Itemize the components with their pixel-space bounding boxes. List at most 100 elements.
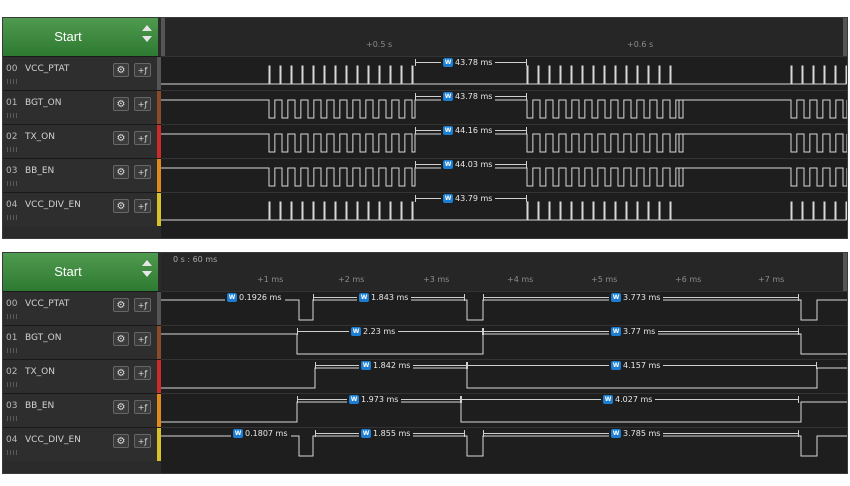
gear-icon[interactable]: ⚙: [113, 332, 129, 346]
start-label: Start: [54, 29, 82, 44]
start-button[interactable]: Start: [3, 253, 158, 292]
channel-number: 02: [6, 132, 18, 142]
drag-handle-icon[interactable]: [7, 450, 17, 455]
gear-icon[interactable]: ⚙: [113, 366, 129, 380]
gear-icon[interactable]: ⚙: [113, 400, 129, 414]
drag-handle-icon[interactable]: [7, 113, 17, 118]
caret-up-icon[interactable]: [142, 25, 152, 31]
width-marker-icon: W: [443, 92, 453, 101]
width-marker-icon: W: [611, 293, 621, 302]
width-measurement[interactable]: W 1.973 ms: [297, 395, 461, 405]
width-measurement[interactable]: W 4.157 ms: [467, 361, 817, 371]
width-measurement[interactable]: W 44.03 ms: [415, 160, 527, 170]
tick-label: +0.5 s: [366, 40, 393, 49]
channel-number: 01: [6, 98, 18, 108]
drag-handle-icon[interactable]: [7, 181, 17, 186]
channel-name: TX_ON: [25, 367, 55, 377]
time-ruler[interactable]: +0.5 s +0.6 s: [161, 18, 847, 56]
channel-number: 02: [6, 367, 18, 377]
tick-label: +6 ms: [675, 275, 702, 284]
channel-name: VCC_PTAT: [25, 64, 70, 74]
channel-number: 03: [6, 401, 18, 411]
width-marker-icon: W: [443, 160, 453, 169]
width-measurement[interactable]: W 3.773 ms: [483, 293, 799, 303]
channel-row-02[interactable]: 02 TX_ON ⚙ +ƒ: [3, 359, 161, 393]
caret-up-icon[interactable]: [142, 260, 152, 266]
measurement-value: 0.1807 ms: [245, 429, 288, 438]
width-measurement[interactable]: W 43.78 ms: [415, 58, 527, 68]
channel-row-00[interactable]: 00 VCC_PTAT ⚙ +ƒ: [3, 56, 161, 90]
measurement-value: 1.843 ms: [371, 293, 409, 302]
channel-row-03[interactable]: 03 BB_EN ⚙ +ƒ: [3, 158, 161, 192]
channel-row-04[interactable]: 04 VCC_DIV_EN ⚙ +ƒ: [3, 427, 161, 461]
drag-handle-icon[interactable]: [7, 215, 17, 220]
channel-row-00[interactable]: 00 VCC_PTAT ⚙ +ƒ: [3, 291, 161, 325]
trigger-button[interactable]: +ƒ: [134, 63, 151, 77]
trigger-button[interactable]: +ƒ: [134, 298, 151, 312]
channel-sidebar: Start 00 VCC_PTAT ⚙ +ƒ 01 BGT_ON ⚙ +ƒ 02…: [3, 18, 161, 238]
channel-number: 00: [6, 64, 18, 74]
gear-icon[interactable]: ⚙: [113, 131, 129, 145]
width-measurement[interactable]: W 3.785 ms: [483, 429, 799, 439]
gear-icon[interactable]: ⚙: [113, 165, 129, 179]
bb-en-waveform: [161, 401, 847, 423]
width-marker-icon: W: [443, 194, 453, 203]
drag-handle-icon[interactable]: [7, 382, 17, 387]
gear-icon[interactable]: ⚙: [113, 298, 129, 312]
trigger-button[interactable]: +ƒ: [134, 434, 151, 448]
width-marker-icon: W: [361, 429, 371, 438]
width-measurement[interactable]: W 0.1926 ms: [225, 293, 305, 303]
width-marker-icon: W: [361, 361, 371, 370]
channel-row-01[interactable]: 01 BGT_ON ⚙ +ƒ: [3, 325, 161, 359]
top-timing-panel: Start 00 VCC_PTAT ⚙ +ƒ 01 BGT_ON ⚙ +ƒ 02…: [2, 17, 848, 239]
drag-handle-icon[interactable]: [7, 314, 17, 319]
gear-icon[interactable]: ⚙: [113, 199, 129, 213]
trigger-button[interactable]: +ƒ: [134, 131, 151, 145]
drag-handle-icon[interactable]: [7, 416, 17, 421]
start-options-arrows[interactable]: [142, 260, 152, 284]
width-measurement[interactable]: W 43.79 ms: [415, 194, 527, 204]
width-measurement[interactable]: W 1.843 ms: [313, 293, 465, 303]
drag-handle-icon[interactable]: [7, 79, 17, 84]
horizontal-scroll-handle[interactable]: [161, 18, 165, 56]
tx-on-waveform: [161, 367, 847, 389]
channel-row-02[interactable]: 02 TX_ON ⚙ +ƒ: [3, 124, 161, 158]
width-measurement[interactable]: W 43.78 ms: [415, 92, 527, 102]
measurement-value: 4.027 ms: [615, 395, 653, 404]
measurement-value: 3.785 ms: [623, 429, 661, 438]
gear-icon[interactable]: ⚙: [113, 97, 129, 111]
trigger-button[interactable]: +ƒ: [134, 332, 151, 346]
width-measurement[interactable]: W 2.23 ms: [297, 327, 483, 337]
width-measurement[interactable]: W 1.842 ms: [315, 361, 467, 371]
caret-down-icon[interactable]: [142, 36, 152, 42]
horizontal-scroll-handle[interactable]: [843, 18, 847, 56]
channel-row-01[interactable]: 01 BGT_ON ⚙ +ƒ: [3, 90, 161, 124]
width-measurement[interactable]: W 1.855 ms: [315, 429, 465, 439]
caret-down-icon[interactable]: [142, 271, 152, 277]
trigger-button[interactable]: +ƒ: [134, 400, 151, 414]
gear-icon[interactable]: ⚙: [113, 63, 129, 77]
drag-handle-icon[interactable]: [7, 147, 17, 152]
width-measurement[interactable]: W 44.16 ms: [415, 126, 527, 136]
vcc-ptat-waveform: [161, 299, 847, 321]
start-options-arrows[interactable]: [142, 25, 152, 49]
trigger-button[interactable]: +ƒ: [134, 199, 151, 213]
waveform-plot[interactable]: +0.5 s +0.6 s W 43.78 ms W 43.78 ms W 44.16…: [161, 18, 847, 238]
width-measurement[interactable]: W 3.77 ms: [483, 327, 799, 337]
channel-row-04[interactable]: 04 VCC_DIV_EN ⚙ +ƒ: [3, 192, 161, 226]
trigger-button[interactable]: +ƒ: [134, 165, 151, 179]
channel-name: BB_EN: [25, 166, 55, 176]
measurement-value: 4.157 ms: [623, 361, 661, 370]
width-measurement[interactable]: W 0.1807 ms: [231, 429, 311, 439]
horizontal-scroll-handle[interactable]: [843, 253, 847, 291]
time-ruler[interactable]: 0 s : 60 ms +1 ms +2 ms +3 ms +4 ms +5 m…: [161, 253, 847, 291]
start-button[interactable]: Start: [3, 18, 158, 57]
width-marker-icon: W: [611, 327, 621, 336]
drag-handle-icon[interactable]: [7, 348, 17, 353]
waveform-plot[interactable]: 0 s : 60 ms +1 ms +2 ms +3 ms +4 ms +5 m…: [161, 253, 847, 473]
trigger-button[interactable]: +ƒ: [134, 366, 151, 380]
gear-icon[interactable]: ⚙: [113, 434, 129, 448]
channel-row-03[interactable]: 03 BB_EN ⚙ +ƒ: [3, 393, 161, 427]
trigger-button[interactable]: +ƒ: [134, 97, 151, 111]
width-measurement[interactable]: W 4.027 ms: [461, 395, 799, 405]
